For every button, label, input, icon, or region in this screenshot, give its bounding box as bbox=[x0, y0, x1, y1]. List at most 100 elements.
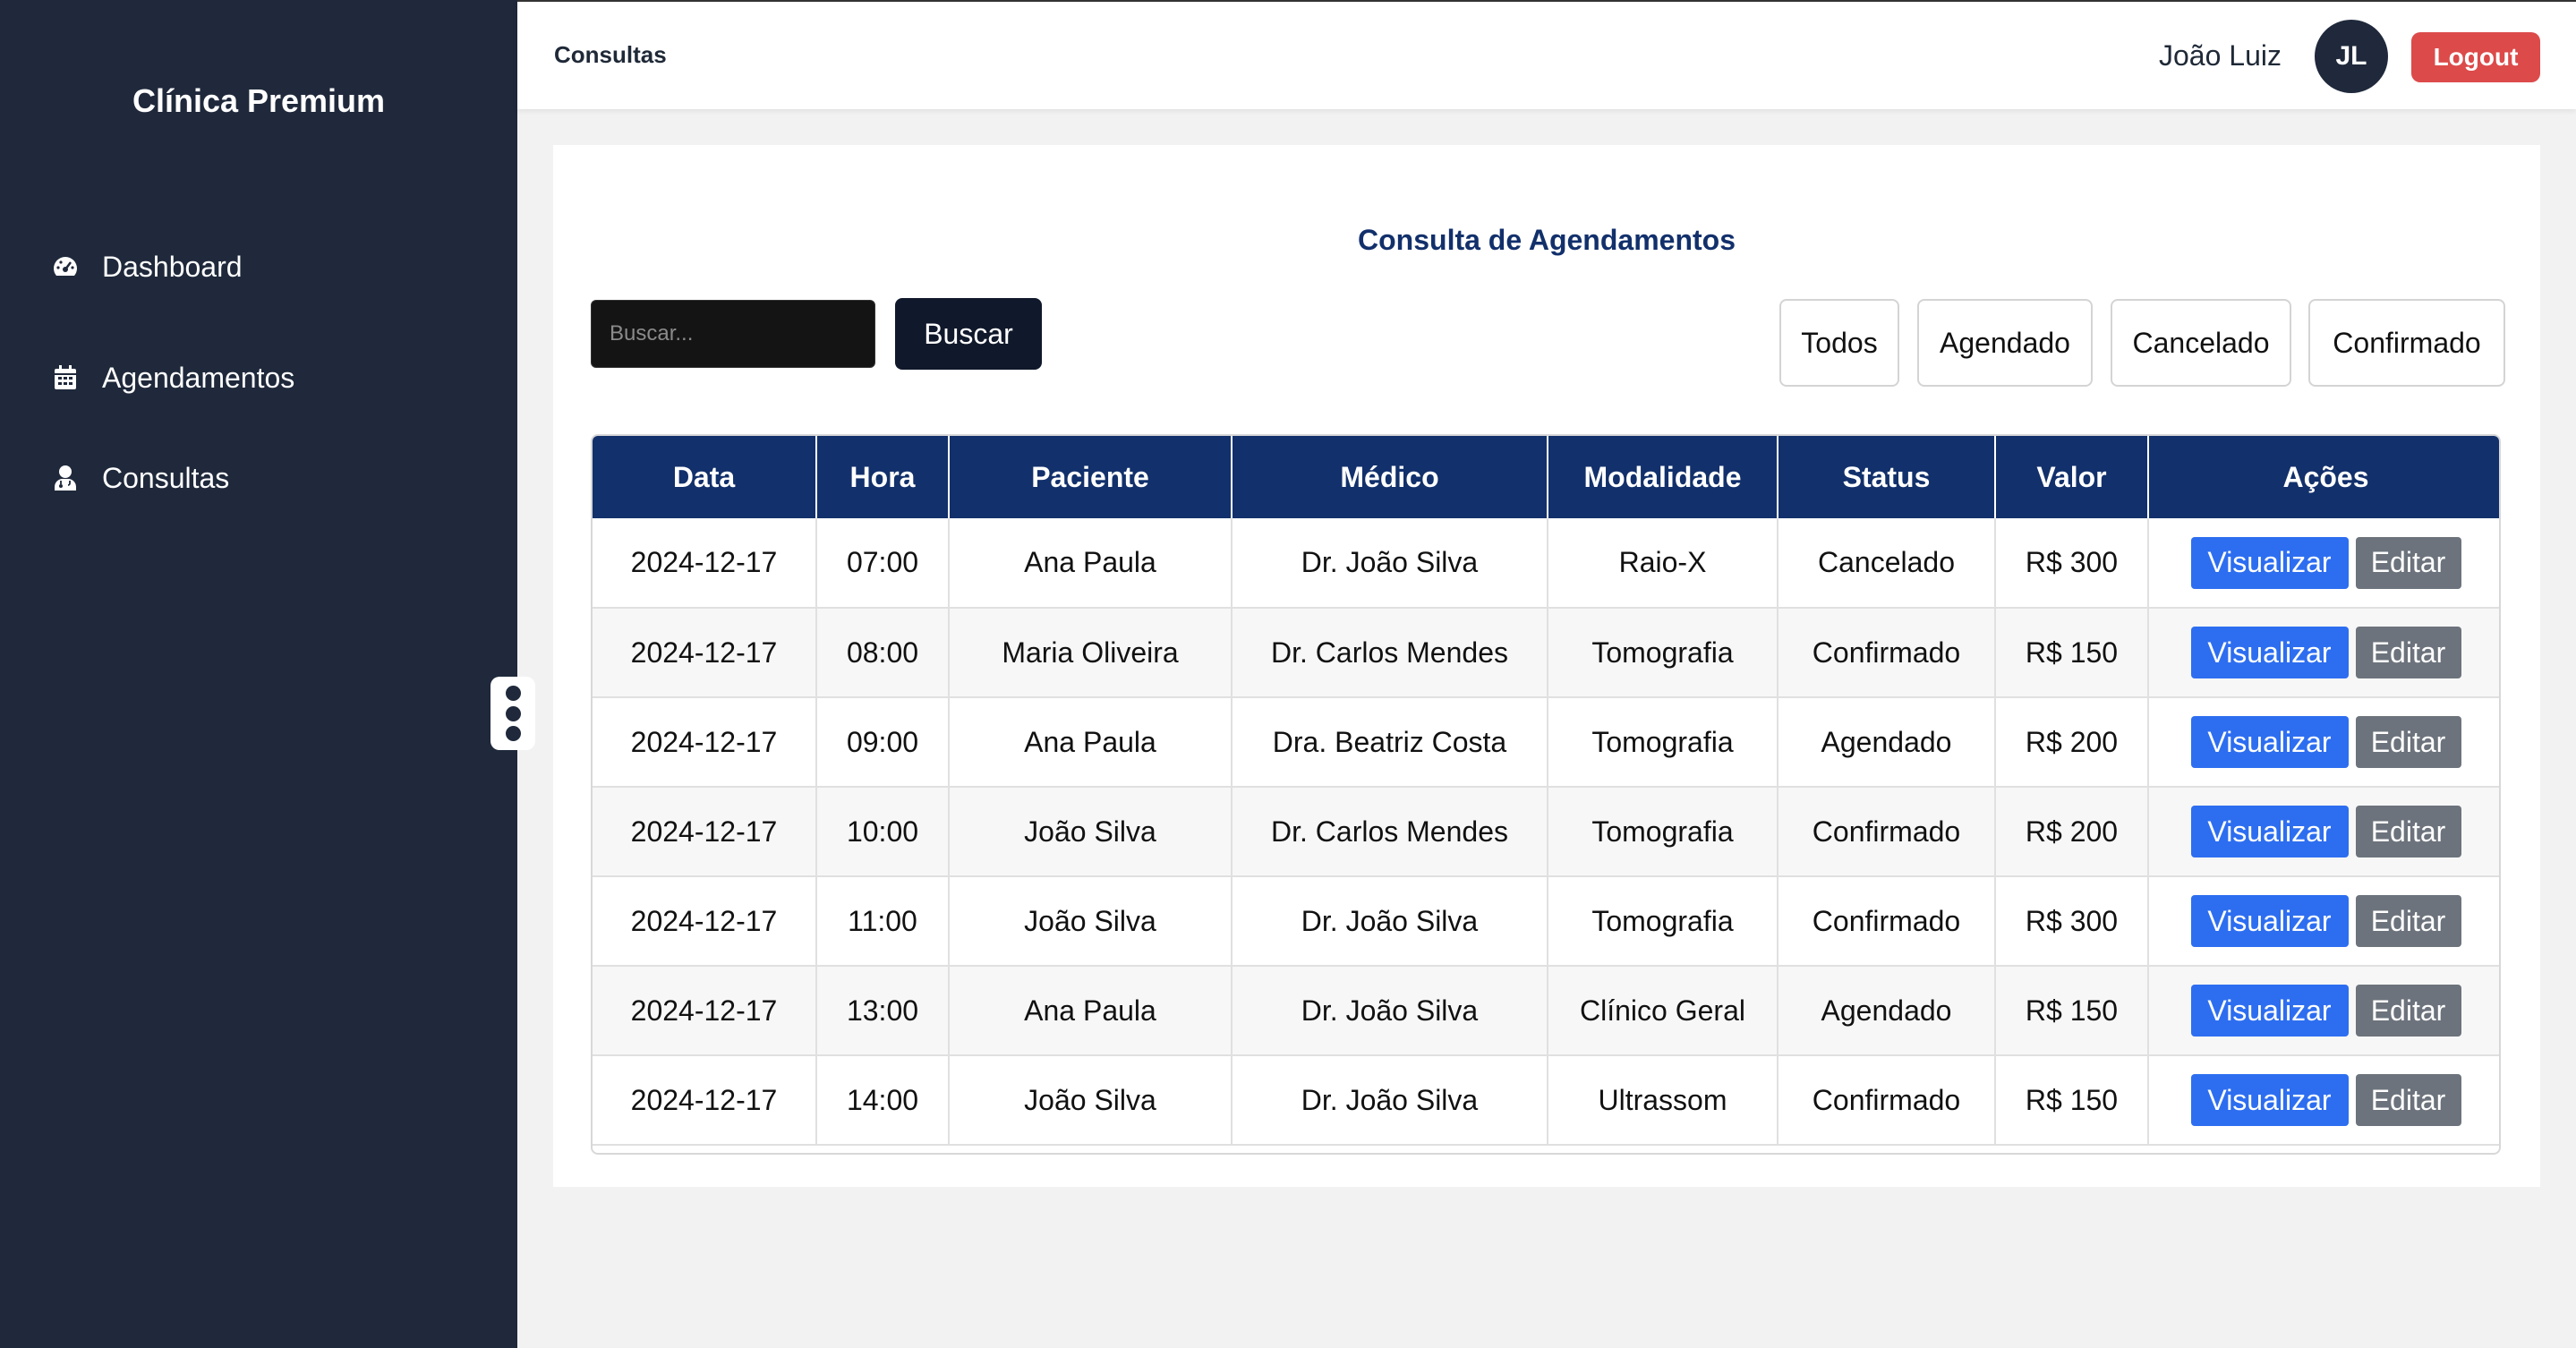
edit-button[interactable]: Editar bbox=[2355, 985, 2461, 1037]
table-row: 2024-12-17 07:00 Ana Paula Dr. João Silva Ra… bbox=[593, 518, 2499, 609]
cell-date: 2024-12-17 bbox=[593, 697, 817, 788]
cell-value: R$ 200 bbox=[1995, 697, 2149, 788]
sidebar-resize-handle[interactable] bbox=[490, 677, 535, 750]
edit-button[interactable]: Editar bbox=[2355, 536, 2461, 589]
view-button[interactable]: Visualizar bbox=[2190, 536, 2349, 589]
table-row: 2024-12-17 14:00 João Silva Dr. João Silva U… bbox=[593, 1055, 2499, 1146]
edit-button[interactable]: Editar bbox=[2355, 627, 2461, 678]
view-button[interactable]: Visualizar bbox=[2190, 1074, 2349, 1126]
search-button[interactable]: Buscar bbox=[895, 298, 1042, 370]
column-header[interactable]: Médico bbox=[1232, 436, 1548, 518]
cell-value: R$ 300 bbox=[1995, 876, 2149, 967]
view-button[interactable]: Visualizar bbox=[2190, 895, 2349, 947]
top-bar: Consultas João Luiz JL Logout bbox=[517, 0, 2576, 109]
cell-doctor: Dr. João Silva bbox=[1232, 518, 1548, 609]
cell-actions: Visualizar Editar bbox=[2148, 608, 2499, 698]
cell-patient: Ana Paula bbox=[949, 966, 1233, 1056]
edit-button[interactable]: Editar bbox=[2355, 1074, 2461, 1126]
table-row: 2024-12-17 10:00 João Silva Dr. Carlos Mend… bbox=[593, 787, 2499, 877]
doctor-icon bbox=[50, 463, 81, 493]
cell-actions: Visualizar Editar bbox=[2148, 1055, 2499, 1146]
sidebar-item-label: Dashboard bbox=[102, 250, 243, 283]
edit-button[interactable]: Editar bbox=[2355, 716, 2461, 768]
filter-agendado-button[interactable]: Agendado bbox=[1917, 299, 2093, 387]
cell-patient: Ana Paula bbox=[949, 697, 1233, 788]
cell-actions: Visualizar Editar bbox=[2148, 966, 2499, 1056]
table-row: 2024-12-17 09:00 Ana Paula Dra. Beatriz Cos… bbox=[593, 697, 2499, 788]
column-header[interactable]: Data bbox=[593, 436, 817, 518]
appointments-table: Data Hora Paciente Médico Modalidade Sta… bbox=[591, 434, 2501, 1155]
cell-date: 2024-12-17 bbox=[593, 1055, 817, 1146]
cell-status: Confirmado bbox=[1778, 1055, 1996, 1146]
cell-modality: Tomografia bbox=[1548, 697, 1778, 788]
user-name: João Luiz bbox=[2159, 39, 2282, 72]
search-input[interactable] bbox=[591, 300, 875, 368]
cell-modality: Clínico Geral bbox=[1548, 966, 1778, 1056]
column-header[interactable]: Paciente bbox=[949, 436, 1233, 518]
cell-status: Agendado bbox=[1778, 966, 1996, 1056]
column-header[interactable]: Valor bbox=[1995, 436, 2149, 518]
table-row: 2024-12-17 13:00 Ana Paula Dr. João Silva Cl… bbox=[593, 966, 2499, 1056]
sidebar-item-label: Consultas bbox=[102, 461, 230, 494]
cell-date: 2024-12-17 bbox=[593, 518, 817, 609]
cell-time: 10:00 bbox=[816, 787, 950, 877]
cell-patient: João Silva bbox=[949, 1055, 1233, 1146]
view-button[interactable]: Visualizar bbox=[2190, 985, 2349, 1037]
cell-patient: João Silva bbox=[949, 787, 1233, 877]
column-header[interactable]: Hora bbox=[816, 436, 950, 518]
calendar-icon bbox=[50, 363, 81, 393]
cell-time: 08:00 bbox=[816, 608, 950, 698]
sidebar-item-dashboard[interactable]: Dashboard bbox=[50, 240, 243, 294]
page-title: Consulta de Agendamentos bbox=[1358, 224, 1736, 256]
cell-date: 2024-12-17 bbox=[593, 966, 817, 1056]
filter-cancelado-button[interactable]: Cancelado bbox=[2111, 299, 2291, 387]
cell-date: 2024-12-17 bbox=[593, 787, 817, 877]
cell-value: R$ 300 bbox=[1995, 518, 2149, 609]
cell-status: Confirmado bbox=[1778, 876, 1996, 967]
cell-modality: Tomografia bbox=[1548, 787, 1778, 877]
cell-modality: Tomografia bbox=[1548, 876, 1778, 967]
sidebar-item-agendamentos[interactable]: Agendamentos bbox=[50, 351, 294, 405]
table-header-row: Data Hora Paciente Médico Modalidade Sta… bbox=[593, 436, 2499, 518]
column-header: Ações bbox=[2148, 436, 2499, 518]
table-row: 2024-12-17 08:00 Maria Oliveira Dr. Carlos … bbox=[593, 608, 2499, 698]
edit-button[interactable]: Editar bbox=[2355, 895, 2461, 947]
edit-button[interactable]: Editar bbox=[2355, 806, 2461, 857]
view-button[interactable]: Visualizar bbox=[2190, 627, 2349, 678]
sidebar-item-label: Agendamentos bbox=[102, 361, 295, 394]
cell-doctor: Dr. Carlos Mendes bbox=[1232, 787, 1548, 877]
breadcrumb: Consultas bbox=[554, 41, 667, 68]
column-header[interactable]: Status bbox=[1778, 436, 1996, 518]
view-button[interactable]: Visualizar bbox=[2190, 716, 2349, 768]
cell-value: R$ 150 bbox=[1995, 608, 2149, 698]
cell-date: 2024-12-17 bbox=[593, 608, 817, 698]
table-row: 2024-12-17 11:00 João Silva Dr. João Silva T… bbox=[593, 876, 2499, 967]
cell-actions: Visualizar Editar bbox=[2148, 697, 2499, 788]
cell-status: Cancelado bbox=[1778, 518, 1996, 609]
filter-confirmado-button[interactable]: Confirmado bbox=[2308, 299, 2505, 387]
view-button[interactable]: Visualizar bbox=[2190, 806, 2349, 857]
column-header[interactable]: Modalidade bbox=[1548, 436, 1778, 518]
sidebar: Clínica Premium Dashboard Agendamentos C… bbox=[0, 0, 517, 1348]
cell-time: 14:00 bbox=[816, 1055, 950, 1146]
avatar[interactable]: JL bbox=[2315, 20, 2388, 93]
sidebar-item-consultas[interactable]: Consultas bbox=[50, 451, 229, 505]
cell-doctor: Dr. João Silva bbox=[1232, 1055, 1548, 1146]
cell-patient: João Silva bbox=[949, 876, 1233, 967]
filter-todos-button[interactable]: Todos bbox=[1779, 299, 1899, 387]
cell-status: Agendado bbox=[1778, 697, 1996, 788]
cell-patient: Ana Paula bbox=[949, 518, 1233, 609]
cell-modality: Raio-X bbox=[1548, 518, 1778, 609]
cell-patient: Maria Oliveira bbox=[949, 608, 1233, 698]
cell-status: Confirmado bbox=[1778, 787, 1996, 877]
brand-title: Clínica Premium bbox=[132, 82, 386, 119]
cell-actions: Visualizar Editar bbox=[2148, 876, 2499, 967]
cell-actions: Visualizar Editar bbox=[2148, 787, 2499, 877]
cell-modality: Tomografia bbox=[1548, 608, 1778, 698]
logout-button[interactable]: Logout bbox=[2411, 32, 2540, 82]
cell-doctor: Dr. João Silva bbox=[1232, 876, 1548, 967]
cell-doctor: Dr. João Silva bbox=[1232, 966, 1548, 1056]
cell-doctor: Dra. Beatriz Costa bbox=[1232, 697, 1548, 788]
cell-value: R$ 150 bbox=[1995, 966, 2149, 1056]
cell-date: 2024-12-17 bbox=[593, 876, 817, 967]
